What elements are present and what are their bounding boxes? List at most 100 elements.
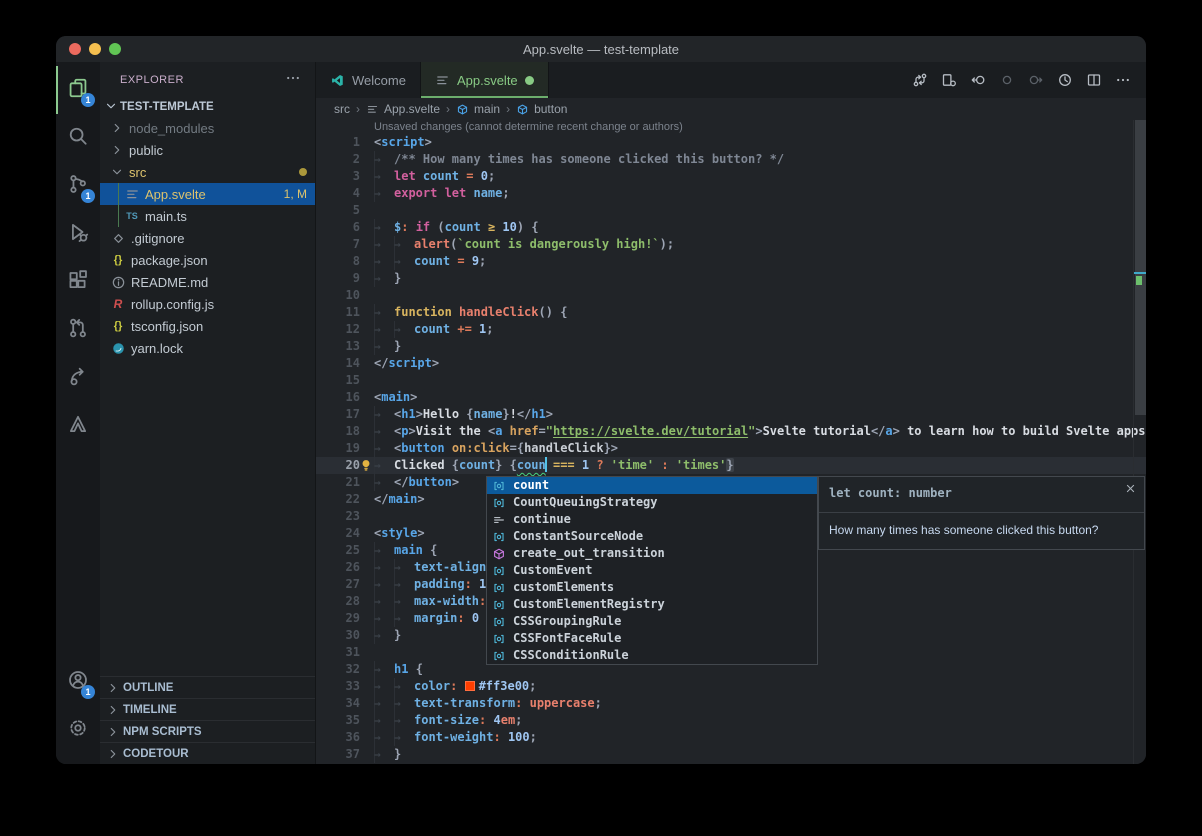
tree-item-app-svelte[interactable]: App.svelte1, M	[100, 183, 315, 205]
close-window-button[interactable]	[69, 43, 81, 55]
code-line-35[interactable]: 35→→font-size: 4em;	[316, 712, 1146, 729]
sidebar-panels: OUTLINETIMELINENPM SCRIPTSCODETOUR	[100, 676, 315, 764]
code-line-18[interactable]: 18→<p>Visit the <a href="https://svelte.…	[316, 423, 1146, 440]
zoom-window-button[interactable]	[109, 43, 121, 55]
tree-item-yarn-lock[interactable]: yarn.lock	[100, 337, 315, 359]
yarn-icon	[110, 340, 126, 356]
tree-item-package-json[interactable]: {}package.json	[100, 249, 315, 271]
tab-welcome[interactable]: Welcome	[316, 62, 421, 98]
code-line-37[interactable]: 37→}	[316, 746, 1146, 763]
tree-item--gitignore[interactable]: .gitignore	[100, 227, 315, 249]
tree-item-readme-md[interactable]: README.md	[100, 271, 315, 293]
suggestion-count[interactable]: count	[487, 477, 817, 494]
search-activity-button[interactable]	[56, 114, 100, 162]
panel-header-codetour[interactable]: CODETOUR	[100, 742, 315, 764]
breadcrumb-item-button[interactable]: button	[516, 102, 567, 116]
breadcrumb[interactable]: src›App.svelte›main›button	[316, 98, 1146, 120]
suggestion-cssconditionrule[interactable]: CSSConditionRule	[487, 647, 817, 664]
code-line-20[interactable]: 20→Clicked {count} {coun === 1 ? 'time' …	[316, 457, 1146, 474]
code-line-9[interactable]: 9→}	[316, 270, 1146, 287]
line-number: 12	[316, 321, 360, 338]
panel-header-timeline[interactable]: TIMELINE	[100, 698, 315, 720]
suggestion-cssfontfacerule[interactable]: CSSFontFaceRule	[487, 630, 817, 647]
code-line-13[interactable]: 13→}	[316, 338, 1146, 355]
tree-item-main-ts[interactable]: TSmain.ts	[100, 205, 315, 227]
code-line-36[interactable]: 36→→font-weight: 100;	[316, 729, 1146, 746]
code-line-11[interactable]: 11→function handleClick() {	[316, 304, 1146, 321]
code-line-12[interactable]: 12→→count += 1;	[316, 321, 1146, 338]
minimize-window-button[interactable]	[89, 43, 101, 55]
back-button[interactable]	[965, 67, 991, 93]
suggestion-countqueuingstrategy[interactable]: CountQueuingStrategy	[487, 494, 817, 511]
explorer-more-actions-icon[interactable]	[285, 70, 301, 89]
tree-item-rollup-config-js[interactable]: Rrollup.config.js	[100, 293, 315, 315]
code-line-14[interactable]: 14</script>	[316, 355, 1146, 372]
suggest-detail-doc: How many times has someone clicked this …	[819, 513, 1144, 549]
explorer-activity-button[interactable]: 1	[56, 66, 100, 114]
source-control-activity-button[interactable]: 1	[56, 162, 100, 210]
suggestion-cssgroupingrule[interactable]: CSSGroupingRule	[487, 613, 817, 630]
extensions-activity-button[interactable]	[56, 258, 100, 306]
editor-code-area[interactable]: Unsaved changes (cannot determine recent…	[316, 120, 1146, 764]
scrollbar-thumb[interactable]	[1135, 120, 1146, 415]
run-debug-activity-button[interactable]	[56, 210, 100, 258]
titlebar[interactable]: App.svelte — test-template	[56, 36, 1146, 62]
breadcrumb-item-src[interactable]: src	[334, 102, 350, 116]
close-icon[interactable]	[1124, 482, 1137, 495]
file-label: main.ts	[145, 209, 187, 224]
vscode-logo-icon	[330, 73, 345, 88]
github-pr-activity-button[interactable]	[56, 306, 100, 354]
code-line-3[interactable]: 3→let count = 0;	[316, 168, 1146, 185]
panel-header-npm-scripts[interactable]: NPM SCRIPTS	[100, 720, 315, 742]
more-actions-button[interactable]	[1110, 67, 1136, 93]
code-line-content: →→count = 9;	[374, 253, 486, 270]
azure-activity-button[interactable]	[56, 402, 100, 450]
code-line-33[interactable]: 33→→color: #ff3e00;	[316, 678, 1146, 695]
code-line-6[interactable]: 6→$: if (count ≥ 10) {	[316, 219, 1146, 236]
open-changes-button[interactable]	[936, 67, 962, 93]
suggestion-customelements[interactable]: customElements	[487, 579, 817, 596]
modified-dot	[299, 168, 307, 176]
code-line-10[interactable]: 10	[316, 287, 1146, 304]
panel-header-outline[interactable]: OUTLINE	[100, 676, 315, 698]
breadcrumb-item-app-svelte[interactable]: App.svelte	[366, 102, 440, 116]
code-line-7[interactable]: 7→→alert(`count is dangerously high!`);	[316, 236, 1146, 253]
code-line-2[interactable]: 2→/** How many times has someone clicked…	[316, 151, 1146, 168]
timeline-button[interactable]	[1052, 67, 1078, 93]
git-compare-button[interactable]	[907, 67, 933, 93]
split-editor-button[interactable]	[1081, 67, 1107, 93]
suggestion-label: CSSConditionRule	[513, 647, 629, 664]
code-line-16[interactable]: 16<main>	[316, 389, 1146, 406]
previous-change-button[interactable]	[994, 67, 1020, 93]
suggestion-constantsourcenode[interactable]: ConstantSourceNode	[487, 528, 817, 545]
tree-item-tsconfig-json[interactable]: {}tsconfig.json	[100, 315, 315, 337]
breadcrumb-item-main[interactable]: main	[456, 102, 500, 116]
code-line-19[interactable]: 19→<button on:click={handleClick}>	[316, 440, 1146, 457]
breadcrumb-label: src	[334, 102, 350, 116]
tree-item-src[interactable]: src	[100, 161, 315, 183]
tree-item-node-modules[interactable]: node_modules	[100, 117, 315, 139]
code-line-8[interactable]: 8→→count = 9;	[316, 253, 1146, 270]
code-line-1[interactable]: 1<script>	[316, 134, 1146, 151]
next-change-button[interactable]	[1023, 67, 1049, 93]
suggestion-customevent[interactable]: CustomEvent	[487, 562, 817, 579]
accounts-button[interactable]: 1	[56, 658, 100, 706]
code-line-4[interactable]: 4→export let name;	[316, 185, 1146, 202]
debug-icon	[67, 221, 89, 248]
code-line-15[interactable]: 15	[316, 372, 1146, 389]
settings-button[interactable]	[56, 706, 100, 754]
editor-scrollbar[interactable]	[1133, 120, 1146, 764]
suggestion-continue[interactable]: continue	[487, 511, 817, 528]
code-line-34[interactable]: 34→→text-transform: uppercase;	[316, 695, 1146, 712]
tab-app-svelte[interactable]: App.svelte	[421, 62, 549, 98]
suggestion-customelementregistry[interactable]: CustomElementRegistry	[487, 596, 817, 613]
suggestion-create_out_transition[interactable]: create_out_transition	[487, 545, 817, 562]
code-line-5[interactable]: 5	[316, 202, 1146, 219]
suggestion-label: ConstantSourceNode	[513, 528, 643, 545]
chevron-down-icon	[110, 165, 124, 179]
folder-section-header[interactable]: TEST-TEMPLATE	[100, 97, 315, 117]
tree-item-public[interactable]: public	[100, 139, 315, 161]
live-share-activity-button[interactable]	[56, 354, 100, 402]
code-line-17[interactable]: 17→<h1>Hello {name}!</h1>	[316, 406, 1146, 423]
suggest-widget: countCountQueuingStrategycontinueConstan…	[486, 476, 818, 665]
